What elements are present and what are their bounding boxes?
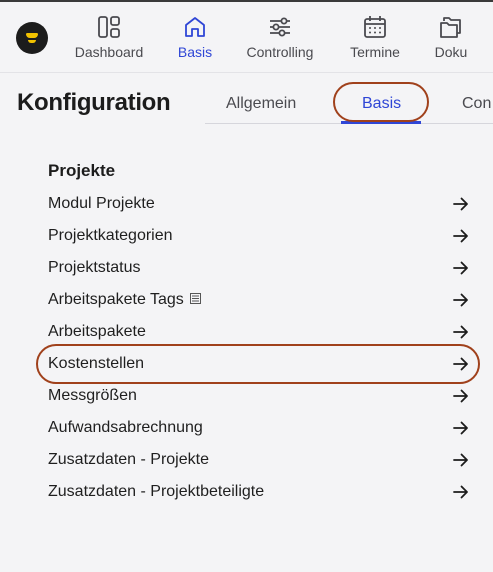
list-item-zusatzdaten-projekte[interactable]: Zusatzdaten - Projekte (48, 444, 473, 476)
kostenstellen-highlight (36, 344, 480, 384)
list-icon (189, 291, 201, 309)
tab-allgemein[interactable]: Allgemein (226, 95, 296, 113)
list-item-arbeitspakete-tags[interactable]: Arbeitspakete Tags (48, 284, 473, 316)
dashboard-icon (98, 16, 120, 38)
nav-termine[interactable]: Termine (346, 10, 404, 66)
list-item-projektstatus[interactable]: Projektstatus (48, 252, 473, 284)
arrow-right-icon (452, 291, 470, 309)
logo-eye (26, 33, 38, 38)
arrow-right-icon (452, 387, 470, 405)
app-logo[interactable] (16, 22, 48, 54)
tab-con[interactable]: Con (462, 95, 491, 113)
list-item-label: Modul Projekte (48, 195, 155, 212)
list-item-modul-projekte[interactable]: Modul Projekte (48, 188, 473, 220)
section-title: Projekte (48, 161, 116, 180)
nav-doku-label: Doku (434, 44, 468, 60)
list-item-label: Zusatzdaten - Projektbeteiligte (48, 483, 265, 500)
arrow-right-icon (452, 227, 470, 245)
arrow-right-icon (452, 259, 470, 277)
tab-basis-highlight (333, 82, 429, 122)
home-icon (185, 17, 205, 37)
list-item-label: Zusatzdaten - Projekte (48, 451, 209, 468)
calendar-icon (364, 16, 386, 38)
nav-dashboard[interactable]: Dashboard (72, 10, 146, 66)
list-item-messgroessen[interactable]: Messgrößen (48, 380, 473, 412)
list-item-aufwandsabrechnung[interactable]: Aufwandsabrechnung (48, 412, 473, 444)
nav-termine-label: Termine (350, 44, 400, 60)
list-item-label: Aufwandsabrechnung (48, 419, 203, 436)
nav-basis-label: Basis (177, 44, 213, 60)
page-title: Konfiguration (17, 89, 171, 116)
list-item-label: Arbeitspakete Tags (48, 291, 184, 309)
logo-mouth (28, 40, 36, 43)
nav-controlling[interactable]: Controlling (242, 10, 318, 66)
nav-dashboard-label: Dashboard (74, 44, 144, 60)
sliders-icon (270, 17, 290, 37)
list-item-label: Projektkategorien (48, 227, 173, 244)
arrow-right-icon (452, 451, 470, 469)
top-navigation: Dashboard Basis Controlling Termine Doku (0, 2, 493, 73)
folder-icon (440, 17, 461, 38)
list-item-label: Arbeitspakete (48, 323, 146, 340)
list-item-label: Projektstatus (48, 259, 141, 276)
nav-doku[interactable]: Doku (430, 10, 472, 66)
list-item-zusatzdaten-projektbeteiligte[interactable]: Zusatzdaten - Projektbeteiligte (48, 476, 473, 508)
arrow-right-icon (452, 195, 470, 213)
arrow-right-icon (452, 323, 470, 341)
nav-basis[interactable]: Basis (170, 10, 220, 66)
arrow-right-icon (452, 483, 470, 501)
list-item-projektkategorien[interactable]: Projektkategorien (48, 220, 473, 252)
list-item-label: Messgrößen (48, 387, 137, 404)
nav-controlling-label: Controlling (246, 44, 314, 60)
arrow-right-icon (452, 419, 470, 437)
